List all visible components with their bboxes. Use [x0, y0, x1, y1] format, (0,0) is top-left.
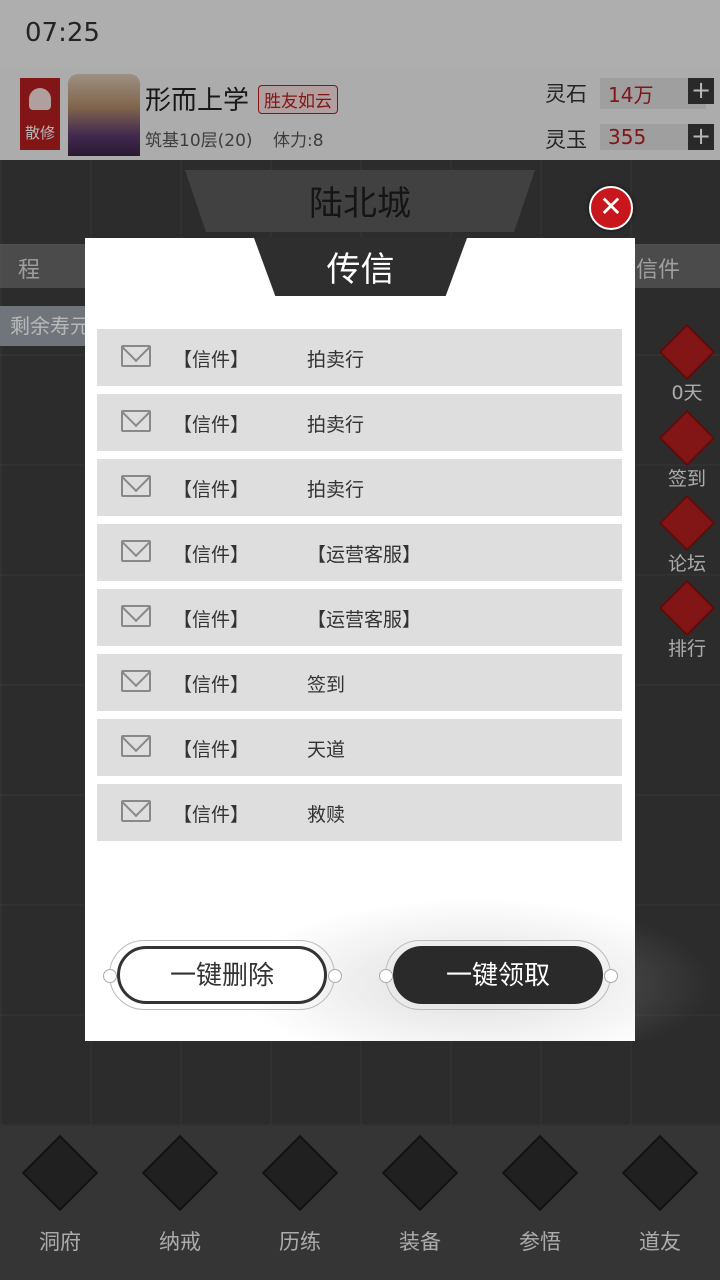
mail-sender: 签到: [307, 674, 346, 696]
mail-sender: 【运营客服】: [307, 609, 422, 631]
ring-dot: [328, 969, 342, 983]
mail-sender: 救赎: [307, 804, 346, 826]
mail-type: 【信件】: [173, 414, 250, 436]
claim-all-button[interactable]: 一键领取: [393, 946, 603, 1004]
envelope-icon: [121, 475, 151, 497]
mail-type: 【信件】: [173, 609, 250, 631]
close-button[interactable]: ✕: [589, 186, 633, 230]
mail-sender: 【运营客服】: [307, 544, 422, 566]
modal-title: 传信: [326, 250, 395, 290]
mail-row[interactable]: 【信件】 天道: [97, 719, 622, 776]
mail-row[interactable]: 【信件】 【运营客服】: [97, 589, 622, 646]
mail-type: 【信件】: [173, 739, 250, 761]
envelope-icon: [121, 670, 151, 692]
envelope-icon: [121, 345, 151, 367]
delete-all-button[interactable]: 一键删除: [117, 946, 327, 1004]
mail-row[interactable]: 【信件】 拍卖行: [97, 329, 622, 386]
mail-type: 【信件】: [173, 804, 250, 826]
mail-row[interactable]: 【信件】 【运营客服】: [97, 524, 622, 581]
envelope-icon: [121, 540, 151, 562]
ring-dot: [379, 969, 393, 983]
mail-row[interactable]: 【信件】 拍卖行: [97, 459, 622, 516]
envelope-icon: [121, 410, 151, 432]
mail-sender: 拍卖行: [307, 414, 365, 436]
mail-type: 【信件】: [173, 479, 250, 501]
mail-row[interactable]: 【信件】 救赎: [97, 784, 622, 841]
mail-row[interactable]: 【信件】 签到: [97, 654, 622, 711]
ring-dot: [103, 969, 117, 983]
mail-type: 【信件】: [173, 349, 250, 371]
mail-type: 【信件】: [173, 544, 250, 566]
mail-sender: 拍卖行: [307, 349, 365, 371]
envelope-icon: [121, 735, 151, 757]
envelope-icon: [121, 605, 151, 627]
ring-dot: [604, 969, 618, 983]
envelope-icon: [121, 800, 151, 822]
mail-sender: 拍卖行: [307, 479, 365, 501]
mail-sender: 天道: [307, 739, 346, 761]
mail-type: 【信件】: [173, 674, 250, 696]
mail-row[interactable]: 【信件】 拍卖行: [97, 394, 622, 451]
